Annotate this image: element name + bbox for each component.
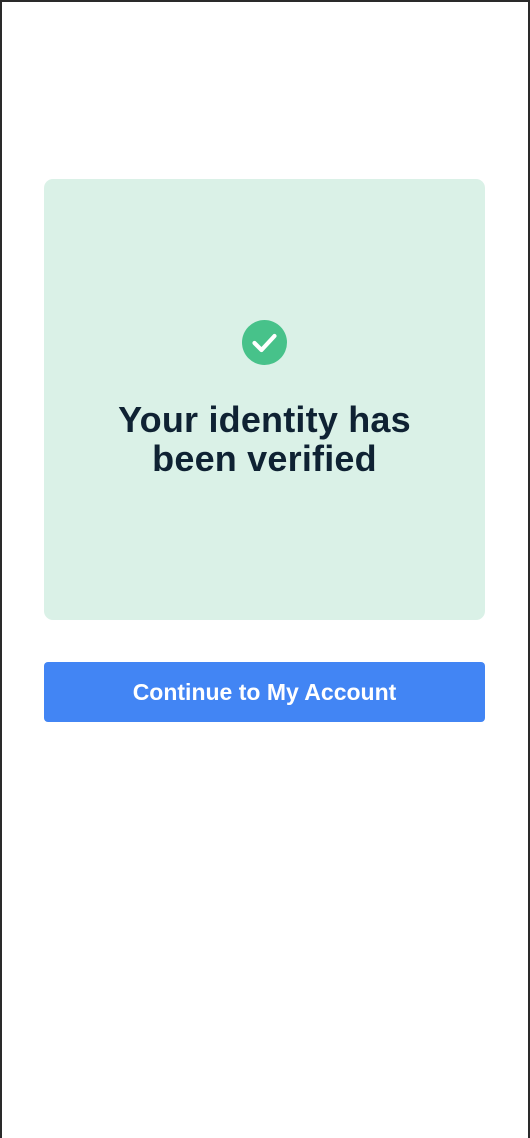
continue-to-account-button[interactable]: Continue to My Account — [44, 662, 485, 722]
page-title: Your identity has been verified — [44, 400, 485, 478]
title-line-1: Your identity has — [118, 399, 411, 440]
screen-frame: Your identity has been verified Continue… — [0, 0, 530, 1138]
check-circle-icon — [242, 320, 287, 365]
title-line-2: been verified — [152, 438, 377, 479]
verification-success-card: Your identity has been verified — [44, 179, 485, 620]
